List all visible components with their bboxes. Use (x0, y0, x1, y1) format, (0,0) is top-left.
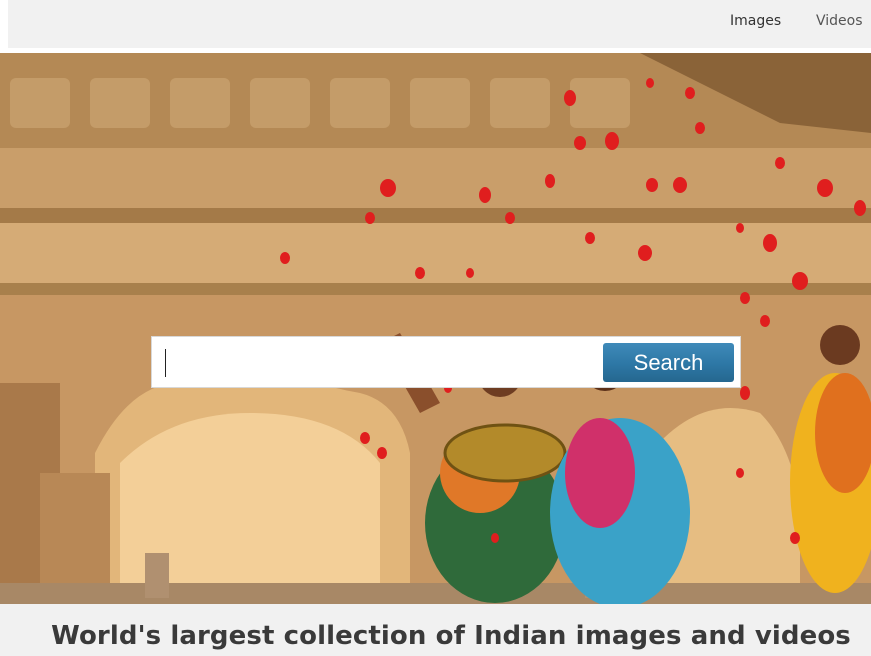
nav-images-link[interactable]: Images (730, 13, 781, 29)
hero-photo (0, 53, 871, 604)
tagline-bar: World's largest collection of Indian ima… (0, 604, 871, 656)
page-tagline: World's largest collection of Indian ima… (51, 621, 851, 651)
search-button[interactable]: Search (603, 343, 734, 382)
nav-videos-link[interactable]: Videos (816, 13, 863, 29)
hero-banner: Search (0, 53, 871, 604)
top-nav: Images Videos (8, 0, 871, 48)
search-input[interactable] (162, 347, 592, 379)
top-bar: Images Videos (0, 0, 871, 50)
text-caret (165, 349, 166, 377)
search-box: Search (151, 336, 741, 388)
